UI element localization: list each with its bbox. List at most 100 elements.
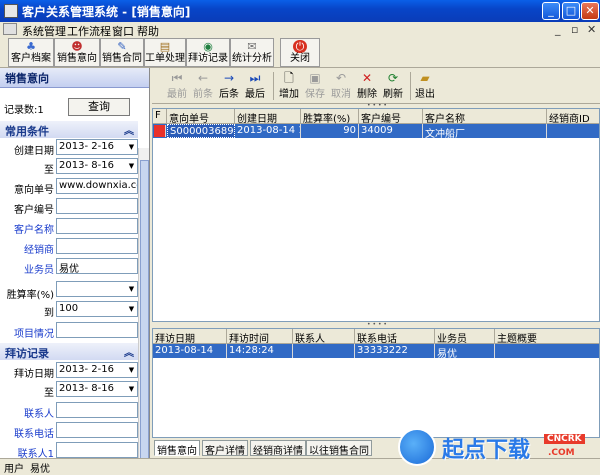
cell[interactable]	[547, 124, 599, 138]
cust-no-input[interactable]	[56, 198, 138, 214]
contact1-label[interactable]: 联系人1	[0, 445, 54, 458]
left-scrollbar[interactable]	[138, 148, 149, 458]
scroll-thumb[interactable]	[140, 160, 149, 458]
phone-input[interactable]	[56, 422, 138, 438]
item-status-input[interactable]	[56, 322, 138, 338]
grid-header: F 意向单号 创建日期 胜算率(%) 客户编号 客户名称 经销商ID	[153, 109, 599, 124]
contact-label[interactable]: 联系人	[0, 405, 54, 420]
col-flag[interactable]: F	[153, 109, 167, 124]
visit-date-label: 拜访日期	[14, 369, 54, 380]
visit-date-to-field[interactable]: 2013- 8-16 ▼	[56, 381, 138, 397]
tab-past-contracts[interactable]: 以往销售合同	[306, 440, 372, 457]
col-salesman[interactable]: 业务员	[435, 329, 495, 344]
section-visit-records[interactable]: 拜访记录 ︽	[0, 343, 138, 360]
cell[interactable]: 2013-08-14 1	[235, 124, 301, 138]
last-button[interactable]: ⏭ 最后	[242, 71, 268, 100]
col-visit-time[interactable]: 拜访时间	[227, 329, 293, 344]
cust-name-input[interactable]	[56, 218, 138, 234]
visit-record-button[interactable]: ◉ 拜访记录	[186, 38, 230, 67]
col-visit-date[interactable]: 拜访日期	[153, 329, 227, 344]
visit-date-from-field[interactable]: 2013- 2-16 ▼	[56, 362, 138, 378]
dropdown-arrow-icon[interactable]: ▼	[126, 140, 137, 154]
mdi-restore-icon[interactable]: ▫	[571, 23, 578, 36]
mdi-close-icon[interactable]: ✕	[587, 23, 596, 36]
contact1-input[interactable]	[56, 442, 138, 458]
col-probability[interactable]: 胜算率(%)	[301, 109, 359, 124]
phone-label[interactable]: 联系电话	[0, 425, 54, 440]
tab-sales-intent[interactable]: 销售意向	[154, 440, 200, 457]
mdi-doc-icon[interactable]	[3, 23, 17, 35]
table-row[interactable]: 2013-08-14 14:28:24 33333222 易优	[153, 344, 599, 358]
tab-dealer-detail[interactable]: 经销商详情	[250, 440, 306, 457]
dealer-input[interactable]	[56, 238, 138, 254]
salesman-input[interactable]: 易优	[56, 258, 138, 274]
query-button[interactable]: 查询	[68, 98, 130, 116]
splitter-grip[interactable]: • • • •	[357, 322, 397, 328]
refresh-button[interactable]: ⟳ 刷新	[380, 71, 406, 100]
contract-icon: ✎	[117, 40, 127, 53]
cell[interactable]: 易优	[435, 344, 495, 358]
intent-no-input[interactable]: www.downxia.com	[56, 178, 138, 194]
close-button[interactable]: ⏻ 关闭	[280, 38, 320, 67]
dropdown-arrow-icon[interactable]: ▼	[126, 302, 137, 316]
first-button[interactable]: ⏮ 最前	[164, 71, 190, 100]
col-cust-no[interactable]: 客户编号	[359, 109, 423, 124]
cell[interactable]: S000003689	[167, 124, 235, 138]
maximize-button[interactable]: □	[562, 2, 580, 20]
probability-to-field[interactable]: 100 ▼	[56, 301, 138, 317]
workorder-button[interactable]: ▤ 工单处理	[144, 38, 186, 67]
sales-intent-icon: ☻	[71, 40, 83, 53]
cell[interactable]: 2013-08-14	[153, 344, 227, 358]
cust-name-label[interactable]: 客户名称	[0, 221, 54, 236]
statistics-button[interactable]: ✉ 统计分析	[230, 38, 274, 67]
tab-customer-detail[interactable]: 客户详情	[202, 440, 248, 457]
delete-button[interactable]: ✕ 删除	[354, 71, 380, 100]
dropdown-arrow-icon[interactable]: ▼	[126, 382, 137, 396]
exit-button[interactable]: ▰ 退出	[412, 71, 438, 100]
dropdown-arrow-icon[interactable]: ▼	[126, 363, 137, 377]
create-date-from-field[interactable]: 2013- 2-16 ▼	[56, 139, 138, 155]
col-subject[interactable]: 主题概要	[495, 329, 599, 344]
watermark-text: 起点下载	[442, 438, 531, 463]
probability-from-field[interactable]: ▼	[56, 281, 138, 297]
cell[interactable]	[293, 344, 355, 358]
sales-intent-button[interactable]: ☻ 销售意向	[54, 38, 100, 67]
cancel-button[interactable]: ↶ 取消	[328, 71, 354, 100]
cell[interactable]	[495, 344, 599, 358]
cell[interactable]: 文冲船厂	[423, 124, 547, 138]
col-create-date[interactable]: 创建日期	[235, 109, 301, 124]
col-cust-name[interactable]: 客户名称	[423, 109, 547, 124]
dealer-label[interactable]: 经销商	[0, 241, 54, 256]
prev-button[interactable]: ← 前条	[190, 71, 216, 100]
minimize-button[interactable]: _	[542, 2, 560, 20]
col-contact[interactable]: 联系人	[293, 329, 355, 344]
next-button[interactable]: → 后条	[216, 71, 242, 100]
col-dealer-id[interactable]: 经销商ID	[547, 109, 599, 124]
visit-icon: ◉	[203, 40, 213, 53]
cell[interactable]: 90	[301, 124, 359, 138]
cell[interactable]: 14:28:24	[227, 344, 293, 358]
dropdown-arrow-icon[interactable]: ▼	[126, 159, 137, 173]
cell[interactable]: 33333222	[355, 344, 435, 358]
collapse-icon[interactable]: ︽	[124, 122, 134, 137]
contact-input[interactable]	[56, 402, 138, 418]
collapse-icon[interactable]: ︽	[124, 344, 134, 359]
customer-file-button[interactable]: ♣ 客户档案	[8, 38, 54, 67]
table-row[interactable]: S000003689 2013-08-14 1 90 34009 文冲船厂	[153, 124, 599, 138]
create-date-to-field[interactable]: 2013- 8-16 ▼	[56, 158, 138, 174]
add-button[interactable]: 🗋 增加	[276, 71, 302, 100]
intent-no-label: 意向单号	[14, 185, 54, 196]
dropdown-arrow-icon[interactable]: ▼	[126, 282, 137, 296]
toolbar-separator	[273, 72, 274, 100]
col-intent-no[interactable]: 意向单号	[167, 109, 235, 124]
cust-no-label: 客户编号	[14, 205, 54, 216]
sales-contract-button[interactable]: ✎ 销售合同	[100, 38, 144, 67]
col-phone[interactable]: 联系电话	[355, 329, 435, 344]
salesman-label[interactable]: 业务员	[0, 261, 54, 276]
section-common-conditions[interactable]: 常用条件 ︽	[0, 121, 138, 138]
close-window-button[interactable]: ✕	[581, 2, 599, 20]
cell[interactable]: 34009	[359, 124, 423, 138]
item-status-label[interactable]: 项目情况	[0, 325, 54, 340]
save-button[interactable]: ▣ 保存	[302, 71, 328, 100]
mdi-minimize-icon[interactable]: _	[555, 23, 561, 36]
